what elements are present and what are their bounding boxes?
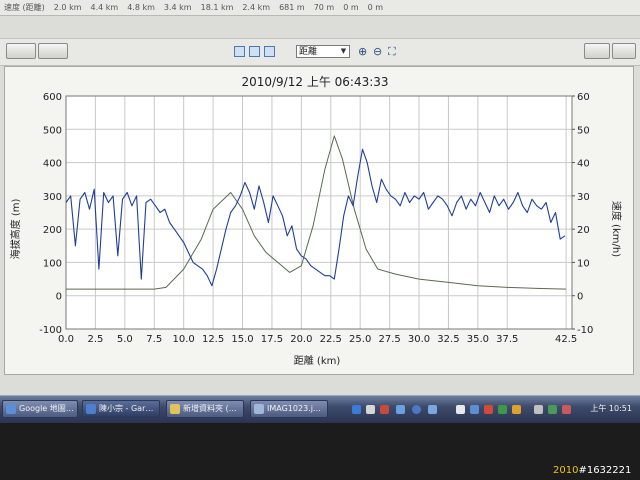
network-icon[interactable] (352, 405, 361, 414)
panel-button[interactable] (584, 43, 610, 59)
y2-tick-label: 10 (577, 258, 590, 269)
chart-table-icon[interactable] (234, 46, 245, 57)
stat-value: 0 m (343, 3, 359, 12)
stat-value: 4.4 km (90, 3, 119, 12)
folder-icon (170, 404, 180, 414)
battery-icon[interactable] (534, 405, 543, 414)
x-tick-label: 37.5 (496, 334, 518, 345)
x-tick-label: 32.5 (437, 334, 459, 345)
stat-value: 2.4 km (242, 3, 271, 12)
x-axis-select[interactable]: 距離 ▼ (296, 45, 350, 58)
browser-icon (6, 404, 16, 414)
x-tick-label: 7.5 (146, 334, 162, 345)
chevron-down-icon: ▼ (340, 47, 347, 55)
y-tick-label: 100 (43, 258, 62, 269)
x-tick-label: 20.0 (290, 334, 312, 345)
x-tick-label: 10.0 (173, 334, 195, 345)
tray-app-icon[interactable] (512, 405, 521, 414)
stat-value: 2.0 km (53, 3, 82, 12)
taskbar-item-label: IMAG1023.j… (267, 404, 321, 413)
plot-background (66, 96, 572, 329)
taskbar: Google 地圖… 陳小宗 - Gar… 新增資料夾 (… IMAG1023.… (0, 395, 640, 423)
x-tick-label: 5.0 (117, 334, 133, 345)
chart-toolbar: 距離 ▼ ⊕ ⊖ ⛶ (0, 38, 640, 66)
x-tick-label: 2.5 (87, 334, 103, 345)
tray-app-icon[interactable] (498, 405, 507, 414)
elevation-speed-chart: 0.0 2.5 5.0 7.5 10.0 12.5 15.0 17.5 20.0 22.5 25.0… (9, 75, 623, 367)
x-tick-label: 27.5 (378, 334, 400, 345)
volume-icon[interactable] (428, 405, 437, 414)
chart-panel: 0.0 2.5 5.0 7.5 10.0 12.5 15.0 17.5 20.0 22.5 25.0… (4, 66, 634, 375)
system-clock[interactable]: 上午 10:51 (590, 403, 632, 414)
y-tick-label: 600 (43, 92, 62, 103)
stat-value: 4.8 km (127, 3, 155, 12)
x-tick-label: 12.5 (202, 334, 224, 345)
y2-tick-label: 60 (577, 92, 590, 103)
security-icon[interactable] (380, 405, 389, 414)
watermark-year: 2010 (553, 465, 579, 476)
help-icon[interactable] (412, 405, 421, 414)
tray-app-icon[interactable] (562, 405, 571, 414)
y-tick-label: -100 (39, 325, 62, 336)
taskbar-item[interactable]: 新增資料夾 (… (166, 400, 244, 418)
taskbar-item[interactable]: Google 地圖… (2, 400, 78, 418)
chart-line-icon[interactable] (264, 46, 275, 57)
zoom-in-icon[interactable]: ⊕ (358, 45, 367, 58)
tray-app-icon[interactable] (484, 405, 493, 414)
x-tick-label: 42.5 (555, 334, 577, 345)
garmin-icon (86, 404, 96, 414)
y-tick-label: 300 (43, 192, 62, 203)
wifi-icon[interactable] (548, 405, 557, 414)
left-axis-label: 海拔高度 (m) (9, 199, 22, 260)
app-tray-icon[interactable] (396, 405, 405, 414)
taskbar-item[interactable]: IMAG1023.j… (250, 400, 328, 418)
right-axis-label: 速度 (km/h) (610, 201, 623, 257)
chart-grid (65, 95, 572, 330)
stats-label: 速度 (距離) (4, 3, 45, 12)
x-tick-label: 17.5 (261, 334, 283, 345)
stat-value: 3.4 km (163, 3, 192, 12)
chart-split-icon[interactable] (249, 46, 260, 57)
taskbar-item[interactable]: 陳小宗 - Gar… (82, 400, 160, 418)
y2-tick-label: 0 (577, 292, 583, 303)
watermark-id: #1632221 (578, 465, 632, 476)
y2-tick-label: 20 (577, 225, 590, 236)
stat-value: 681 m (279, 3, 305, 12)
image-file-icon (254, 404, 264, 414)
y-tick-label: 0 (56, 292, 62, 303)
y2-tick-label: 40 (577, 159, 590, 170)
options-dropdown-button[interactable] (38, 43, 68, 59)
stat-value: 18.1 km (200, 3, 234, 12)
y2-tick-label: -10 (577, 325, 593, 336)
panel-menu-button[interactable] (612, 43, 636, 59)
y2-tick-label: 50 (577, 125, 590, 136)
photo-watermark: 2010#1632221 (553, 465, 631, 476)
screen: 速度 (距離) 2.0 km 4.4 km 4.8 km 3.4 km 18.1… (0, 0, 640, 395)
y-tick-label: 400 (43, 159, 62, 170)
taskbar-item-label: 陳小宗 - Gar… (99, 404, 154, 413)
view-dropdown-button[interactable] (6, 43, 36, 59)
x-tick-label: 30.0 (408, 334, 430, 345)
y2-tick-label: 30 (577, 192, 590, 203)
y-tick-label: 500 (43, 125, 62, 136)
stat-value: 70 m (313, 3, 335, 12)
x-tick-label: 15.0 (231, 334, 253, 345)
x-tick-label: 22.5 (320, 334, 342, 345)
language-icon[interactable] (366, 405, 375, 414)
y-tick-label: 200 (43, 225, 62, 236)
stats-bar: 速度 (距離) 2.0 km 4.4 km 4.8 km 3.4 km 18.1… (0, 0, 640, 16)
stat-value: 0 m (367, 3, 384, 12)
taskbar-item-label: 新增資料夾 (… (183, 404, 237, 413)
zoom-out-icon[interactable]: ⊖ (373, 45, 382, 58)
x-axis-select-value: 距離 (299, 47, 318, 57)
taskbar-item-label: Google 地圖… (19, 404, 74, 413)
x-tick-label: 25.0 (349, 334, 371, 345)
fit-icon[interactable]: ⛶ (388, 45, 396, 59)
chart-title: 2010/9/12 上午 06:43:33 (241, 75, 388, 89)
tray-app-icon[interactable] (470, 405, 479, 414)
tray-expand-icon[interactable] (456, 405, 465, 414)
x-tick-label: 35.0 (467, 334, 489, 345)
x-axis-label: 距離 (km) (294, 354, 341, 367)
